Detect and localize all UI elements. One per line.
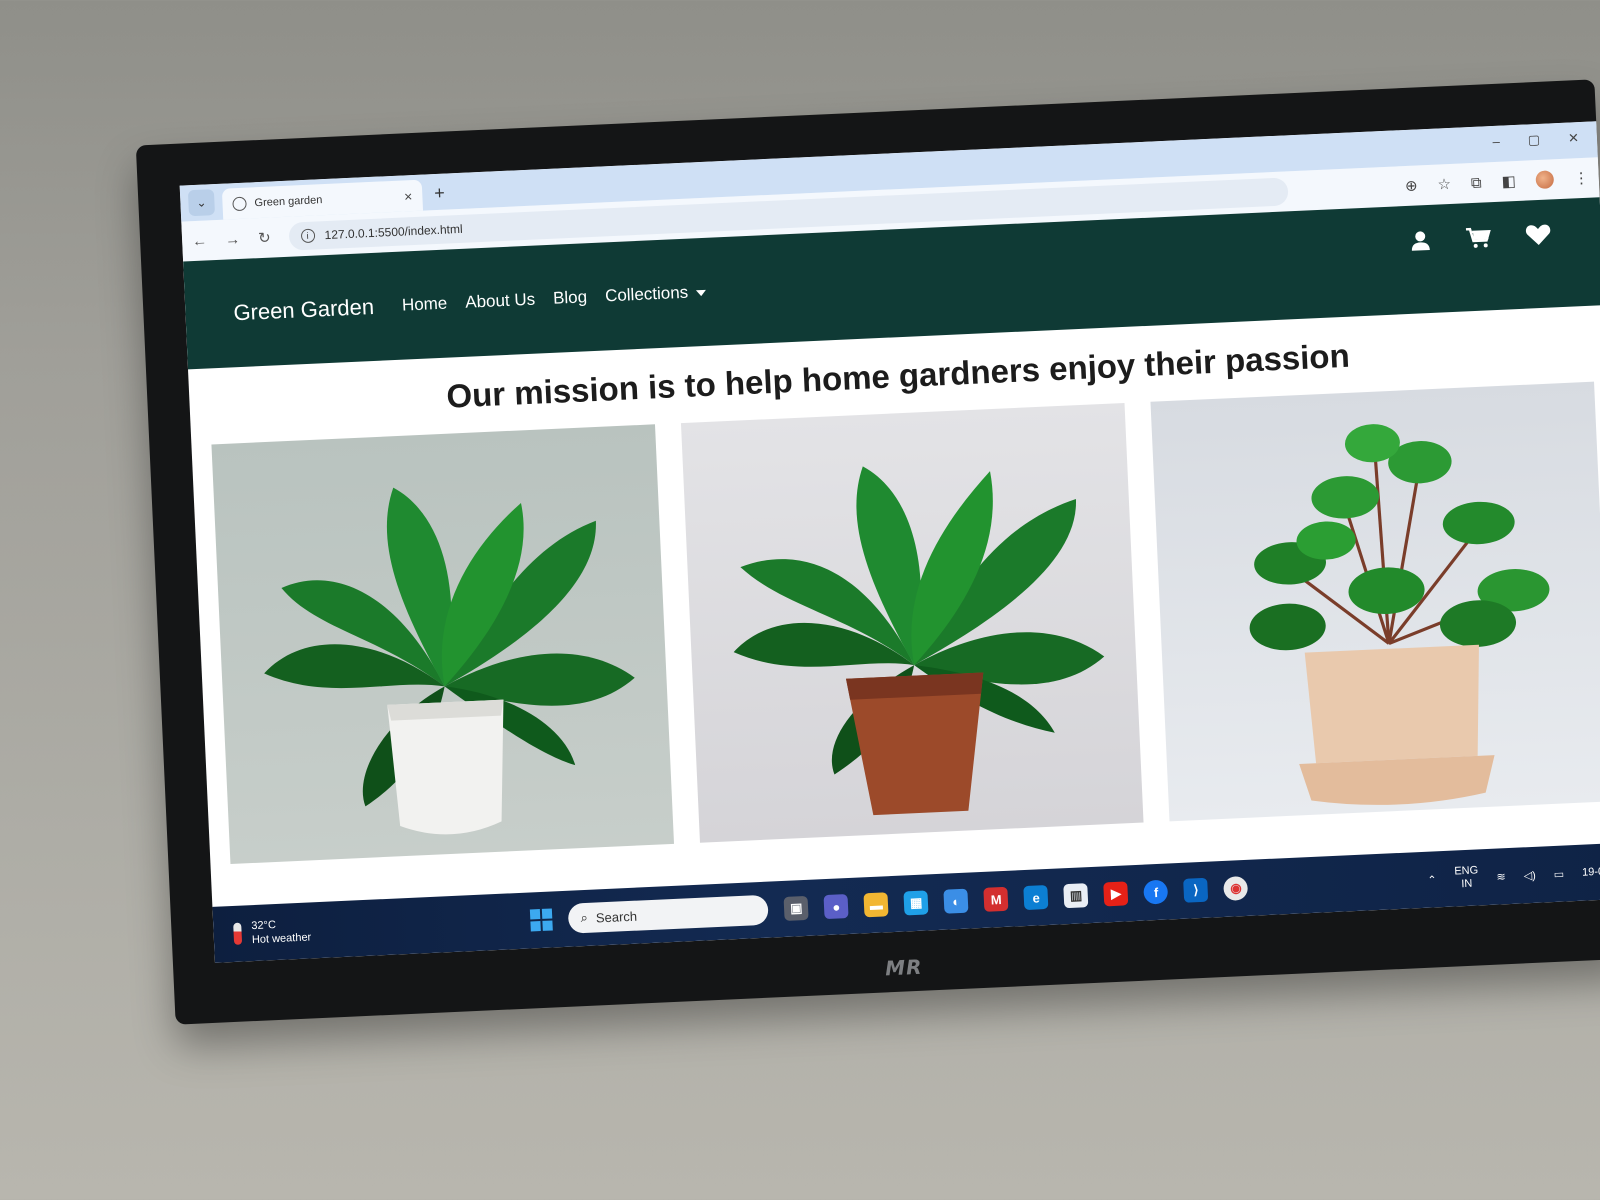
tv-brand-logo: MR xyxy=(884,954,924,981)
minimize-icon[interactable]: – xyxy=(1492,134,1500,150)
system-tray: ⌃ ENG IN ≋ ◁) ▭ 19-01 xyxy=(1427,858,1600,892)
nav-links: Home About Us Blog Collections xyxy=(402,282,707,316)
taskbar-search-label: Search xyxy=(595,908,638,925)
reload-icon[interactable]: ↻ xyxy=(258,229,271,248)
chevron-up-icon[interactable]: ⌃ xyxy=(1427,873,1437,886)
tab-title: Green garden xyxy=(254,193,323,209)
edge-icon[interactable]: e xyxy=(1023,884,1049,911)
site-info-icon[interactable]: i xyxy=(300,228,315,244)
language-code: ENG xyxy=(1454,864,1479,878)
weather-widget[interactable]: 32°C Hot weather xyxy=(233,916,312,947)
menu-kebab-icon[interactable]: ⋮ xyxy=(1573,169,1589,188)
nav-icons xyxy=(1409,223,1552,257)
plant-gallery: ➤ xyxy=(191,381,1600,865)
region-code: IN xyxy=(1461,877,1473,891)
plant-card[interactable]: ➤ xyxy=(1150,381,1600,822)
clock-date[interactable]: 19-01 xyxy=(1582,865,1600,878)
new-tab-button[interactable]: + xyxy=(434,183,445,204)
youtube-icon[interactable]: ▶ xyxy=(1103,881,1129,907)
volume-icon[interactable]: ◁) xyxy=(1523,868,1536,882)
site-brand[interactable]: Green Garden xyxy=(233,294,375,326)
nav-collections-dropdown[interactable]: Collections xyxy=(605,282,707,307)
nav-home[interactable]: Home xyxy=(402,294,448,316)
nav-collections-label: Collections xyxy=(604,282,689,306)
mcafee-icon[interactable]: M xyxy=(983,886,1009,912)
thermometer-icon xyxy=(233,922,243,945)
battery-icon[interactable]: ▭ xyxy=(1553,867,1564,880)
monitor-screen: ⌄ Green garden × + – ▢ ✕ ← → ↻ i 127.0.0… xyxy=(179,121,1600,963)
task-view-icon[interactable]: ▣ xyxy=(783,895,809,921)
windows-start-icon[interactable] xyxy=(530,908,554,932)
search-icon: ⌕ xyxy=(580,909,589,926)
extensions-icon[interactable]: ⧉ xyxy=(1471,174,1482,191)
globe-icon xyxy=(232,196,247,211)
windows-taskbar: 32°C Hot weather ⌕ Search ▣ ● ▬ ▦ ◐ M e … xyxy=(212,842,1600,963)
back-icon[interactable]: ← xyxy=(192,232,208,250)
wifi-icon[interactable]: ≋ xyxy=(1496,870,1506,883)
taskbar-apps: ⌕ Search ▣ ● ▬ ▦ ◐ M e ▥ ▶ f ⟩ ◉ xyxy=(530,873,1249,936)
store-icon[interactable]: ▦ xyxy=(903,890,929,916)
window-controls: – ▢ ✕ xyxy=(1492,130,1579,150)
nav-blog[interactable]: Blog xyxy=(553,287,588,309)
chevron-down-icon xyxy=(696,289,707,296)
close-window-icon[interactable]: ✕ xyxy=(1568,130,1580,146)
cart-icon[interactable] xyxy=(1465,226,1492,255)
user-icon[interactable] xyxy=(1409,229,1432,258)
monstera-terracotta-pot-image xyxy=(733,466,1105,816)
zoom-icon[interactable]: ⊕ xyxy=(1405,176,1418,195)
bookmark-star-icon[interactable]: ☆ xyxy=(1437,175,1451,194)
tab-search-button[interactable]: ⌄ xyxy=(187,189,216,217)
language-indicator[interactable]: ENG IN xyxy=(1454,864,1479,891)
plant-card[interactable] xyxy=(680,402,1144,843)
maximize-icon[interactable]: ▢ xyxy=(1527,132,1540,149)
facebook-icon[interactable]: f xyxy=(1143,879,1169,905)
plant-card[interactable] xyxy=(211,424,675,865)
side-panel-icon[interactable]: ◧ xyxy=(1501,172,1516,191)
microsoft-store-icon[interactable]: ▥ xyxy=(1063,883,1089,909)
nav-about-us[interactable]: About Us xyxy=(465,290,536,313)
forward-icon[interactable]: → xyxy=(225,230,241,248)
browser-app-icon[interactable]: ◐ xyxy=(943,888,969,914)
vscode-icon[interactable]: ⟩ xyxy=(1183,877,1209,903)
chrome-icon[interactable]: ◉ xyxy=(1223,875,1249,901)
monstera-white-pot-image xyxy=(264,487,635,835)
heart-icon[interactable] xyxy=(1525,223,1552,252)
tv-frame: ⌄ Green garden × + – ▢ ✕ ← → ↻ i 127.0.0… xyxy=(135,79,1600,1025)
peperomia-beige-pot-image xyxy=(1249,424,1550,805)
teams-icon[interactable]: ● xyxy=(823,894,849,920)
profile-avatar[interactable] xyxy=(1535,170,1555,190)
weather-description: Hot weather xyxy=(251,931,312,947)
close-tab-icon[interactable]: × xyxy=(404,188,413,204)
url-text: 127.0.0.1:5500/index.html xyxy=(324,221,463,243)
browser-toolbar-icons: ⊕ ☆ ⧉ ◧ ⋮ xyxy=(1405,169,1590,195)
file-explorer-icon[interactable]: ▬ xyxy=(863,892,889,918)
taskbar-search[interactable]: ⌕ Search xyxy=(567,894,770,934)
